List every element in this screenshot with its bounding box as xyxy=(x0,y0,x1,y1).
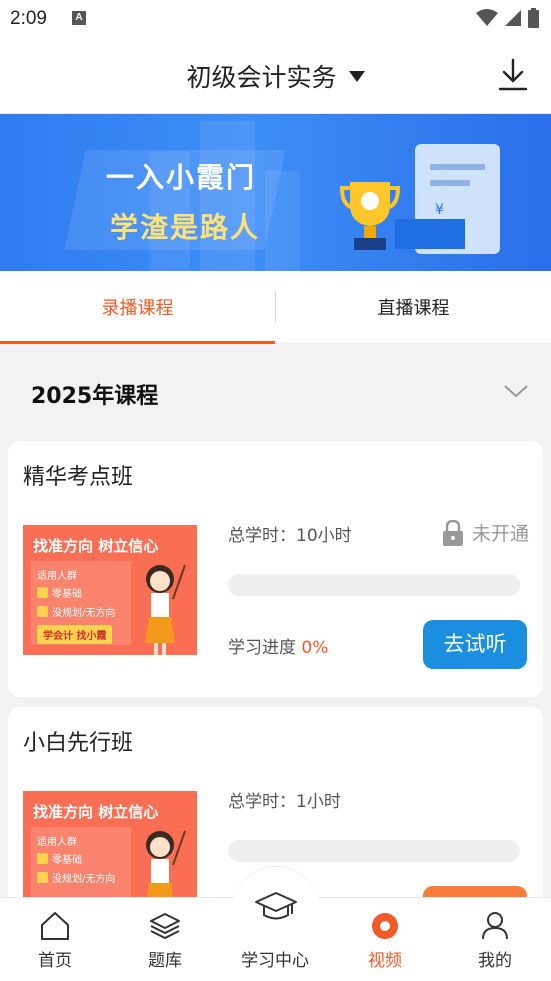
battery-icon xyxy=(528,8,539,28)
banner-subheadline: 学渣是路人 xyxy=(110,211,261,244)
nav-home[interactable]: 首页 xyxy=(0,898,110,981)
course-lock-status: 未开通 xyxy=(442,519,529,546)
checkbox-icon xyxy=(37,853,48,864)
progress-text: 学习进度 0% xyxy=(228,638,329,658)
course-name: 小白先行班 xyxy=(23,731,134,756)
nav-label: 学习中心 xyxy=(241,951,309,971)
status-time: 2:09 xyxy=(10,8,47,29)
tab-recorded[interactable]: 录播课程 xyxy=(0,271,275,343)
active-tab-indicator xyxy=(0,341,275,344)
thumbnail-audience: 适用人群 xyxy=(37,837,77,848)
progress-bar xyxy=(228,574,520,596)
home-icon xyxy=(41,912,69,940)
subject-title: 初级会计实务 xyxy=(186,63,337,92)
thumbnail-slogan: 学会计 找小霞 xyxy=(37,625,113,644)
thumbnail-audience: 适用人群 xyxy=(37,571,77,582)
course-type-tabs: 录播课程 直播课程 xyxy=(0,271,551,344)
signal-icon xyxy=(505,10,521,26)
caret-down-icon xyxy=(348,70,365,82)
promo-banner[interactable]: 一入小霞门 学渣是路人 ¥ xyxy=(0,114,551,271)
nav-study-center[interactable]: 学习中心 xyxy=(220,898,330,981)
lock-icon xyxy=(442,519,463,546)
course-hours: 总学时：1小时 xyxy=(228,792,341,812)
download-icon[interactable] xyxy=(497,58,529,92)
thumbnail-headline: 找准方向 树立信心 xyxy=(33,803,159,821)
course-hours: 总学时：10小时 xyxy=(228,526,352,546)
status-icons xyxy=(476,8,539,28)
app-notification-icon: A xyxy=(72,11,86,25)
thumbnail-bullet: 零基础 xyxy=(37,851,82,866)
app-header: 初级会计实务 xyxy=(0,38,551,114)
nav-label: 题库 xyxy=(148,951,182,971)
nav-label: 视频 xyxy=(368,951,402,971)
banner-headline: 一入小霞门 xyxy=(106,161,257,194)
layers-icon xyxy=(150,913,180,940)
checkbox-icon xyxy=(37,606,48,617)
course-name: 精华考点班 xyxy=(23,465,134,490)
wifi-icon xyxy=(476,9,498,26)
nav-label: 首页 xyxy=(38,951,72,971)
checkbox-icon xyxy=(37,587,48,598)
teacher-illustration xyxy=(145,564,186,655)
nav-label: 我的 xyxy=(478,951,512,971)
progress-bar xyxy=(228,840,520,862)
bottom-nav: 首页 题库 学习中心 视频 我的 xyxy=(0,866,551,981)
thumbnail-bullet: 没规划/无方向 xyxy=(37,870,115,885)
nav-profile[interactable]: 我的 xyxy=(440,898,550,981)
thumbnail-headline: 找准方向 树立信心 xyxy=(33,537,159,555)
thumbnail-bullet: 零基础 xyxy=(37,585,82,600)
status-bar: 2:09 A xyxy=(0,0,551,38)
trophy-icon xyxy=(340,182,400,250)
thumbnail-bullet: 没规划/无方向 xyxy=(37,604,115,619)
try-listen-button[interactable]: 去试听 xyxy=(423,620,527,669)
svg-text:¥: ¥ xyxy=(435,202,444,218)
section-title: 2025年课程 xyxy=(31,384,159,409)
tab-live[interactable]: 直播课程 xyxy=(276,271,551,343)
nav-video[interactable]: 视频 xyxy=(330,898,440,981)
user-icon xyxy=(482,912,508,940)
chevron-down-icon[interactable] xyxy=(503,382,529,400)
checkbox-icon xyxy=(37,872,48,883)
course-card[interactable]: 精华考点班 找准方向 树立信心 适用人群 零基础 没规划/无方向 学会计 找小霞… xyxy=(8,441,543,697)
subject-selector[interactable]: 初级会计实务 xyxy=(0,58,551,94)
document-icon: ¥ xyxy=(395,144,500,254)
nav-question-bank[interactable]: 题库 xyxy=(110,898,220,981)
video-icon xyxy=(372,913,398,939)
lock-text: 未开通 xyxy=(471,523,529,545)
course-thumbnail: 找准方向 树立信心 适用人群 零基础 没规划/无方向 学会计 找小霞 xyxy=(23,525,197,655)
